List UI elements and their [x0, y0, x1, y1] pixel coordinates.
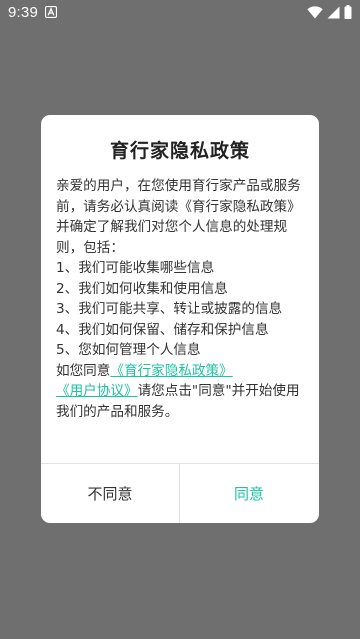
battery-icon: [344, 5, 352, 19]
list-item: 4、我们如何保留、储存和保护信息: [56, 321, 269, 338]
signal-icon: [327, 6, 340, 18]
screen: 9:39 育行家隐私政策 亲爱的用户，在您使用育行家产品或服务 前，请务必认真阅…: [0, 0, 360, 639]
consent-prefix: 如您同意: [56, 362, 111, 379]
a-notification-icon: [45, 6, 57, 18]
dialog-title: 育行家隐私政策: [109, 140, 250, 162]
list-item: 1、我们可能收集哪些信息: [56, 260, 215, 276]
status-bar: 9:39: [0, 0, 360, 24]
list-item: 2、我们如何收集和使用信息: [56, 280, 228, 297]
status-time: 9:39: [8, 4, 38, 21]
decline-button[interactable]: 不同意: [41, 464, 179, 523]
list-item: 5、您如何管理个人信息: [56, 342, 201, 358]
privacy-dialog: 育行家隐私政策 亲爱的用户，在您使用育行家产品或服务 前，请务必认真阅读《育行家…: [41, 115, 319, 523]
user-agreement-link[interactable]: 《用户协议》: [56, 383, 138, 399]
consent-text: 如您同意《育行家隐私政策》《用户协议》请您点击"同意"并开始使用我们的产品和服务…: [56, 361, 306, 423]
dialog-body: 亲爱的用户，在您使用育行家产品或服务 前，请务必认真阅读《育行家隐私政策》 并确…: [56, 176, 306, 422]
wifi-icon: [307, 5, 323, 18]
agree-button[interactable]: 同意: [180, 464, 318, 523]
privacy-policy-link[interactable]: 《育行家隐私政策》: [110, 363, 232, 379]
status-icons: [307, 5, 352, 19]
list-item: 3、我们可能共享、转让或披露的信息: [56, 301, 283, 317]
intro-text: 亲爱的用户，在您使用育行家产品或服务 前，请务必认真阅读《育行家隐私政策》 并确…: [56, 178, 301, 256]
